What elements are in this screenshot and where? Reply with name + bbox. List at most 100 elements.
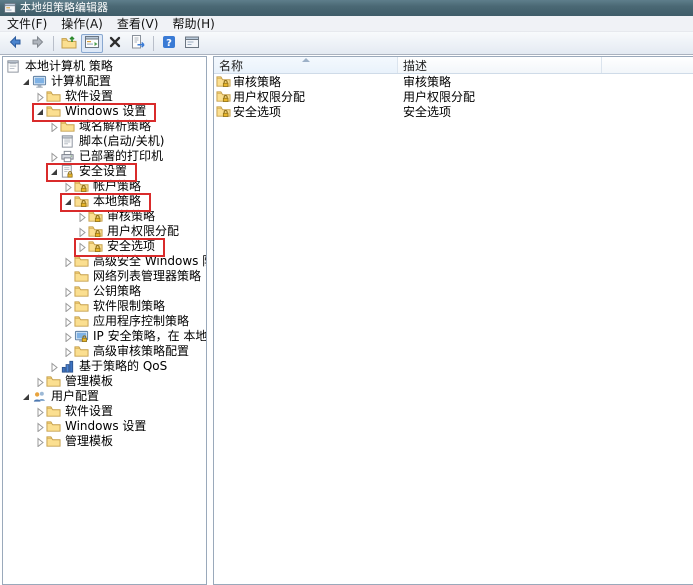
tree-item[interactable]: 公钥策略 bbox=[3, 284, 206, 299]
column-header-name[interactable]: 名称 bbox=[214, 57, 398, 73]
collapse-arrow-icon[interactable] bbox=[62, 286, 74, 297]
tree-item-label: 域名解析策略 bbox=[77, 119, 154, 134]
tree-item-label: 应用程序控制策略 bbox=[91, 314, 192, 329]
collapse-arrow-icon[interactable] bbox=[34, 91, 46, 102]
tree-item-label: 计算机配置 bbox=[49, 74, 114, 89]
collapse-arrow-icon[interactable] bbox=[48, 121, 60, 132]
menu-item-0[interactable]: 文件(F) bbox=[0, 16, 54, 32]
expand-arrow-icon[interactable] bbox=[34, 106, 46, 117]
tree-panel: 本地计算机 策略计算机配置软件设置Windows 设置域名解析策略脚本(启动/关… bbox=[2, 56, 207, 585]
collapse-arrow-icon[interactable] bbox=[34, 406, 46, 417]
back-button[interactable] bbox=[4, 34, 26, 53]
forward-button[interactable] bbox=[27, 34, 49, 53]
collapse-arrow-icon[interactable] bbox=[62, 316, 74, 327]
folder-icon bbox=[74, 314, 91, 329]
tree-item-label: IP 安全策略，在 本地计算机 bbox=[91, 329, 207, 344]
tree-item[interactable]: 用户权限分配 bbox=[3, 224, 206, 239]
delete-button[interactable] bbox=[104, 34, 126, 53]
list-body: 审核策略审核策略用户权限分配用户权限分配安全选项安全选项 bbox=[214, 74, 693, 584]
tree-item[interactable]: 已部署的打印机 bbox=[3, 149, 206, 164]
collapse-arrow-icon[interactable] bbox=[48, 151, 60, 162]
expand-arrow-icon[interactable] bbox=[62, 196, 74, 207]
tree-item[interactable]: 本地策略 bbox=[3, 194, 206, 209]
tree-item[interactable]: 基于策略的 QoS bbox=[3, 359, 206, 374]
tree-item-label: 安全设置 bbox=[77, 164, 130, 179]
tree-item[interactable]: 应用程序控制策略 bbox=[3, 314, 206, 329]
tree-item[interactable]: 管理模板 bbox=[3, 374, 206, 389]
content-area: 本地计算机 策略计算机配置软件设置Windows 设置域名解析策略脚本(启动/关… bbox=[0, 55, 693, 585]
collapse-arrow-icon[interactable] bbox=[48, 361, 60, 372]
tree-item[interactable]: Windows 设置 bbox=[3, 104, 206, 119]
menu-item-2[interactable]: 查看(V) bbox=[110, 16, 166, 32]
collapse-arrow-icon[interactable] bbox=[62, 181, 74, 192]
tree-item[interactable]: 网络列表管理器策略 bbox=[3, 269, 206, 284]
show-console-tree-button[interactable] bbox=[81, 34, 103, 53]
help-button[interactable]: ? bbox=[158, 34, 180, 53]
folder-lock-icon bbox=[216, 89, 233, 104]
tree-item[interactable]: 高级安全 Windows 防火墙 bbox=[3, 254, 206, 269]
menu-item-3[interactable]: 帮助(H) bbox=[165, 16, 221, 32]
tree-item[interactable]: 高级审核策略配置 bbox=[3, 344, 206, 359]
list-panel: 名称 描述 审核策略审核策略用户权限分配用户权限分配安全选项安全选项 bbox=[213, 56, 693, 585]
list-item[interactable]: 用户权限分配用户权限分配 bbox=[214, 89, 693, 104]
tree-item-label: 已部署的打印机 bbox=[77, 149, 166, 164]
tree-item[interactable]: 软件限制策略 bbox=[3, 299, 206, 314]
tree-item-label: 管理模板 bbox=[63, 434, 116, 449]
tree-item[interactable]: Windows 设置 bbox=[3, 419, 206, 434]
collapse-arrow-icon[interactable] bbox=[76, 211, 88, 222]
tree-item-label: 安全选项 bbox=[105, 239, 158, 254]
collapse-arrow-icon[interactable] bbox=[62, 256, 74, 267]
folder-lock-icon bbox=[74, 179, 91, 194]
up-one-level-button[interactable] bbox=[58, 34, 80, 53]
folder-lock-icon bbox=[74, 194, 91, 209]
tree-item-label: 审核策略 bbox=[105, 209, 158, 224]
window2-icon bbox=[184, 34, 200, 53]
collapse-arrow-icon[interactable] bbox=[34, 376, 46, 387]
tree-item-label: 网络列表管理器策略 bbox=[91, 269, 204, 284]
export-list-button[interactable] bbox=[127, 34, 149, 53]
folder-icon bbox=[46, 434, 63, 449]
expand-arrow-icon[interactable] bbox=[20, 391, 32, 402]
tree-item-label: 本地计算机 策略 bbox=[23, 59, 116, 74]
tree-item[interactable]: 安全设置 bbox=[3, 164, 206, 179]
tree-item[interactable]: IP 安全策略，在 本地计算机 bbox=[3, 329, 206, 344]
collapse-arrow-icon[interactable] bbox=[62, 331, 74, 342]
tree-item-label: 软件设置 bbox=[63, 404, 116, 419]
help-icon: ? bbox=[161, 34, 177, 53]
collapse-arrow-icon[interactable] bbox=[76, 241, 88, 252]
tree-item[interactable]: 安全选项 bbox=[3, 239, 206, 254]
collapse-arrow-icon[interactable] bbox=[76, 226, 88, 237]
expand-arrow-icon[interactable] bbox=[48, 166, 60, 177]
tree-item-label: 脚本(启动/关机) bbox=[77, 134, 167, 149]
tree-item[interactable]: 本地计算机 策略 bbox=[3, 59, 206, 74]
list-header: 名称 描述 bbox=[214, 57, 693, 74]
folder-icon bbox=[46, 104, 63, 119]
toolbar-separator bbox=[53, 36, 54, 51]
tree-item-label: 高级审核策略配置 bbox=[91, 344, 192, 359]
arrow-left-icon bbox=[7, 34, 23, 53]
tree-item[interactable]: 管理模板 bbox=[3, 434, 206, 449]
qos-icon bbox=[60, 359, 77, 374]
tree-item[interactable]: 用户配置 bbox=[3, 389, 206, 404]
tree-item[interactable]: 帐户策略 bbox=[3, 179, 206, 194]
folder-lock-icon bbox=[88, 239, 105, 254]
column-header-description[interactable]: 描述 bbox=[398, 57, 602, 73]
tree-item[interactable]: 审核策略 bbox=[3, 209, 206, 224]
tree-item[interactable]: 计算机配置 bbox=[3, 74, 206, 89]
list-item[interactable]: 审核策略审核策略 bbox=[214, 74, 693, 89]
collapse-arrow-icon[interactable] bbox=[62, 301, 74, 312]
new-window-button[interactable] bbox=[181, 34, 203, 53]
menu-item-1[interactable]: 操作(A) bbox=[54, 16, 110, 32]
titlebar: 本地组策略编辑器 bbox=[0, 0, 693, 16]
tree-item-label: Windows 设置 bbox=[63, 104, 149, 119]
tree-item[interactable]: 软件设置 bbox=[3, 89, 206, 104]
tree-item[interactable]: 软件设置 bbox=[3, 404, 206, 419]
collapse-arrow-icon[interactable] bbox=[62, 346, 74, 357]
tree-item[interactable]: 脚本(启动/关机) bbox=[3, 134, 206, 149]
collapse-arrow-icon[interactable] bbox=[34, 436, 46, 447]
collapse-arrow-icon[interactable] bbox=[34, 421, 46, 432]
tree-item-label: 软件限制策略 bbox=[91, 299, 168, 314]
expand-arrow-icon[interactable] bbox=[20, 76, 32, 87]
tree-item[interactable]: 域名解析策略 bbox=[3, 119, 206, 134]
list-item[interactable]: 安全选项安全选项 bbox=[214, 104, 693, 119]
